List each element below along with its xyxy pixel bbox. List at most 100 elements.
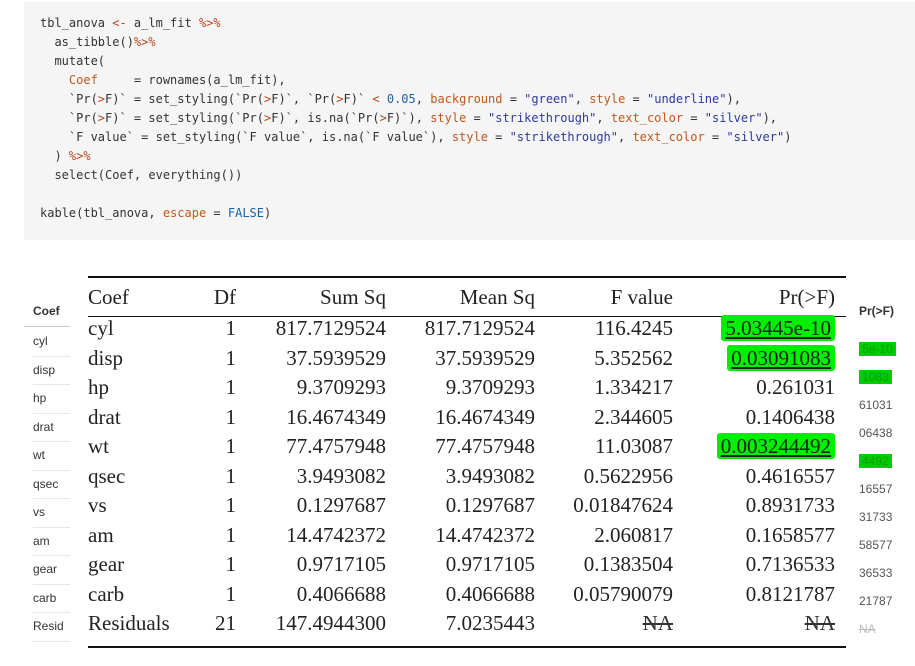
code-token: as_tibble() bbox=[40, 35, 134, 49]
rc-cell: 1083 bbox=[859, 363, 896, 391]
cell-value: disp bbox=[88, 345, 124, 370]
cell-value: 0.8121787 bbox=[745, 581, 835, 606]
cell-sum-sq: 0.4066688 bbox=[236, 580, 386, 610]
cell-value: 77.4757948 bbox=[435, 434, 535, 459]
code-token: ) bbox=[264, 206, 272, 220]
code-token: FALSE bbox=[227, 206, 264, 220]
code-token: `Pr( bbox=[40, 111, 98, 125]
cell-sum-sq: 147.4944300 bbox=[236, 609, 386, 639]
code-token: Coef bbox=[68, 73, 98, 87]
cell-coef: cyl bbox=[88, 314, 200, 344]
header-df: Df bbox=[213, 285, 236, 309]
rc-cell: 31733 bbox=[859, 503, 896, 531]
code-token: = bbox=[625, 92, 647, 106]
cell-value: 116.4245 bbox=[595, 316, 673, 341]
code-token: %>% bbox=[68, 149, 91, 163]
cell-value: 3.9493082 bbox=[296, 463, 386, 488]
cell-f-value: 116.4245 bbox=[535, 314, 673, 344]
cell-value: 3.9493082 bbox=[445, 463, 535, 488]
rc-cell-value: 16557 bbox=[859, 482, 893, 496]
cell-mean-sq: 9.3709293 bbox=[386, 373, 535, 403]
cell-coef: gear bbox=[88, 550, 200, 580]
table-row: wt 1 77.4757948 77.4757948 11.03087 0.0032444… bbox=[88, 432, 835, 462]
header-pr-f: Pr(>F) bbox=[778, 285, 835, 309]
code-token: `F value` = set_styling(`F value`, is.na… bbox=[40, 130, 452, 144]
code-token: kable(tbl_anova, bbox=[40, 206, 163, 220]
code-token: , bbox=[596, 111, 611, 125]
bg-row-label: disp bbox=[33, 357, 70, 385]
cell-value: 0.003244492 bbox=[716, 433, 835, 460]
cell-mean-sq: 3.9493082 bbox=[386, 462, 535, 492]
code-token: ) bbox=[40, 149, 69, 163]
code-token: F)`), bbox=[386, 111, 431, 125]
cell-value: Residuals bbox=[88, 611, 170, 636]
cell-pr: 0.7136533 bbox=[673, 550, 835, 580]
rc-cell: 06438 bbox=[859, 419, 896, 447]
rc-cell: 21787 bbox=[859, 587, 896, 615]
cell-value: 9.3709293 bbox=[445, 375, 535, 400]
cell-sum-sq: 77.4757948 bbox=[236, 432, 386, 462]
cell-value: wt bbox=[88, 434, 109, 459]
code-token: "strikethrough" bbox=[488, 111, 597, 125]
rc-cell-value: 1083 bbox=[859, 370, 892, 384]
cell-value: 21 bbox=[215, 611, 236, 636]
table-row: vs 1 0.1297687 0.1297687 0.01847624 0.8931733 bbox=[88, 491, 835, 521]
cell-value: 0.05790079 bbox=[573, 581, 673, 606]
code-token: 0.05 bbox=[386, 92, 416, 106]
rc-cell-value: 5e-10 bbox=[859, 342, 896, 356]
code-token: escape bbox=[162, 206, 207, 220]
cell-value: 1 bbox=[225, 552, 237, 577]
table-row: carb 1 0.4066688 0.4066688 0.05790079 0.81217… bbox=[88, 580, 835, 610]
cell-value: 1 bbox=[225, 493, 237, 518]
code-token: tbl_anova bbox=[40, 16, 113, 30]
code-token: = rownames(a_lm_fit), bbox=[97, 73, 286, 87]
code-token: = bbox=[683, 111, 705, 125]
cell-df: 1 bbox=[200, 462, 237, 492]
cell-sum-sq: 3.9493082 bbox=[236, 462, 386, 492]
cell-pr: 0.4616557 bbox=[673, 462, 835, 492]
rc-cell-value: 31733 bbox=[859, 510, 893, 524]
table-row: cyl 1 817.7129524 817.7129524 116.4245 5.0344… bbox=[88, 314, 835, 344]
rc-header-pr: Pr(>F) bbox=[859, 304, 895, 318]
cell-coef: qsec bbox=[88, 462, 200, 492]
cell-value: 0.1297687 bbox=[296, 493, 386, 518]
code-token: `Pr( bbox=[40, 92, 98, 106]
cell-value: 0.261031 bbox=[756, 375, 835, 400]
cell-coef: drat bbox=[88, 403, 200, 433]
code-token: = bbox=[487, 130, 510, 144]
cell-f-value: 0.1383504 bbox=[535, 550, 673, 580]
code-token: style bbox=[589, 92, 626, 106]
rc-cell: 4492 bbox=[859, 447, 896, 475]
cell-df: 1 bbox=[200, 550, 237, 580]
code-token: text_color bbox=[610, 111, 684, 125]
cell-df: 1 bbox=[200, 314, 237, 344]
cell-value: 0.7136533 bbox=[745, 552, 835, 577]
cell-value: am bbox=[88, 522, 114, 547]
table-row: am 1 14.4742372 14.4742372 2.060817 0.1658577 bbox=[88, 521, 835, 551]
cell-value: 14.4742372 bbox=[286, 522, 386, 547]
cell-mean-sq: 817.7129524 bbox=[386, 314, 535, 344]
header-row: Coef Df Sum Sq Mean Sq F value Pr(>F) bbox=[88, 281, 835, 314]
cell-f-value: 5.352562 bbox=[535, 344, 673, 374]
cell-df: 1 bbox=[200, 373, 237, 403]
cell-f-value: 0.05790079 bbox=[535, 580, 673, 610]
cell-df: 21 bbox=[200, 609, 236, 639]
cell-value: 0.1406438 bbox=[745, 404, 835, 429]
table-row: disp 1 37.5939529 37.5939529 5.352562 0.03091… bbox=[88, 344, 835, 374]
code-token: F)` = set_styling(`Pr( bbox=[105, 92, 264, 106]
cell-value: 0.4616557 bbox=[745, 463, 835, 488]
cell-value: 1 bbox=[225, 463, 237, 488]
cell-df: 1 bbox=[200, 403, 237, 433]
code-token: , bbox=[574, 92, 590, 106]
cell-value: 37.5939529 bbox=[286, 345, 386, 370]
cell-sum-sq: 9.3709293 bbox=[236, 373, 386, 403]
code-token: style bbox=[451, 130, 488, 144]
rc-cell-value: 58577 bbox=[859, 538, 893, 552]
cell-mean-sq: 0.1297687 bbox=[386, 491, 535, 521]
table-row: drat 1 16.4674349 16.4674349 2.344605 0.14064… bbox=[88, 403, 835, 433]
cell-value: 1.334217 bbox=[594, 375, 673, 400]
cell-value: 0.9717105 bbox=[445, 552, 535, 577]
cell-value: 0.5622956 bbox=[583, 463, 673, 488]
rc-cell: 16557 bbox=[859, 475, 896, 503]
